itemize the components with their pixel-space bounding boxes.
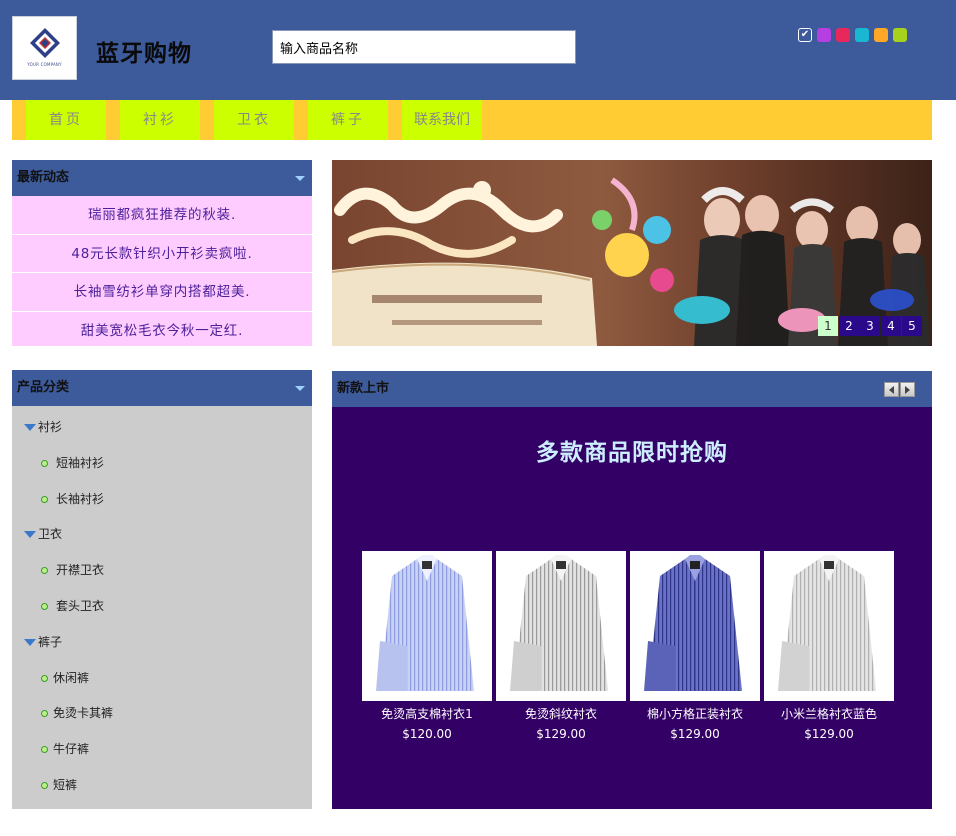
logo-caption: YOUR COMPANY	[27, 62, 62, 67]
category-panel-header[interactable]: 产品分类	[12, 370, 312, 406]
product-price: $129.00	[670, 727, 720, 741]
shirt-image	[510, 555, 608, 691]
new-arrivals-title: 新款上市	[337, 381, 390, 396]
category-group-pants[interactable]: 裤子	[12, 625, 312, 661]
nav-item-shirts[interactable]: 衬衫	[120, 100, 200, 140]
expand-triangle-icon	[24, 638, 36, 646]
product-image[interactable]	[630, 551, 760, 701]
pager-button-2[interactable]: 2	[839, 316, 859, 336]
category-item-label: 免烫卡其裤	[53, 706, 114, 721]
product-image[interactable]	[362, 551, 492, 701]
new-arrivals-header: 新款上市	[332, 371, 932, 407]
category-item-shorts[interactable]: 短裤	[12, 768, 312, 804]
category-tree: 衬衫 短袖衬衫 长袖衬衫 卫衣 开襟卫衣 套头卫衣 裤子 休闲裤 免烫卡其裤 牛…	[12, 406, 312, 809]
category-item-label: 套头卫衣	[56, 598, 105, 613]
news-item[interactable]: 48元长款针织小开衫卖疯啦.	[12, 235, 312, 273]
new-arrivals-body: 多款商品限时抢购 免烫高支棉衬衣1 $120.00 免烫斜纹衬衣 $129.00…	[332, 407, 932, 809]
product-image[interactable]	[764, 551, 894, 701]
nav-item-pants[interactable]: 裤子	[308, 100, 388, 140]
category-item-label: 牛仔裤	[53, 742, 90, 757]
category-item-cardigan-hoodies[interactable]: 开襟卫衣	[12, 553, 312, 589]
product-image[interactable]	[496, 551, 626, 701]
product-name[interactable]: 免烫高支棉衬衣1	[362, 706, 492, 722]
theme-swatch[interactable]	[893, 28, 907, 42]
chevron-down-icon[interactable]	[295, 386, 305, 391]
bullet-dot-icon	[41, 602, 48, 610]
product-price: $129.00	[804, 727, 854, 741]
category-item-khaki-pants[interactable]: 免烫卡其裤	[12, 696, 312, 732]
main-nav: 首页 衬衫 卫衣 裤子 联系我们	[12, 100, 932, 140]
news-item[interactable]: 甜美宽松毛衣今秋一定红.	[12, 312, 312, 351]
arrow-right-icon	[905, 385, 910, 394]
nav-item-contact[interactable]: 联系我们	[402, 100, 482, 140]
bullet-dot-icon	[41, 459, 48, 467]
bullet-dot-icon	[41, 781, 48, 789]
category-item-label: 长袖衬衫	[56, 491, 105, 506]
product-card: 棉小方格正装衬衣 $129.00	[630, 551, 760, 742]
bullet-dot-icon	[41, 746, 48, 754]
nav-item-home[interactable]: 首页	[26, 100, 106, 140]
arrow-left-icon	[889, 385, 894, 394]
banner-pager: 1 2 3 4 5	[817, 316, 922, 336]
category-item-casual-pants[interactable]: 休闲裤	[12, 661, 312, 697]
banner-slideshow[interactable]: 1 2 3 4 5	[332, 160, 932, 346]
site-header: YOUR COMPANY 蓝牙购物 ✔	[0, 0, 956, 100]
bullet-dot-icon	[41, 567, 48, 575]
category-group-label: 衬衫	[38, 420, 63, 434]
shirt-image	[376, 555, 474, 691]
bullet-dot-icon	[41, 710, 48, 718]
bullet-dot-icon	[41, 495, 48, 503]
product-card: 免烫高支棉衬衣1 $120.00	[362, 551, 492, 742]
theme-swatch[interactable]	[836, 28, 850, 42]
category-group-shirts[interactable]: 衬衫	[12, 410, 312, 446]
news-item[interactable]: 瑞丽都疯狂推荐的秋装.	[12, 196, 312, 235]
expand-triangle-icon	[24, 424, 36, 431]
category-group-label: 卫衣	[38, 527, 63, 542]
site-title: 蓝牙购物	[96, 41, 192, 67]
theme-swatch[interactable]: ✔	[798, 28, 812, 42]
product-name[interactable]: 棉小方格正装衬衣	[630, 706, 760, 722]
category-group-label: 裤子	[38, 634, 63, 649]
pager-button-4[interactable]: 4	[881, 316, 901, 336]
theme-swatch[interactable]	[855, 28, 869, 42]
category-item-label: 短袖衬衫	[56, 455, 105, 470]
shirt-image	[778, 555, 876, 691]
category-group-hoodies[interactable]: 卫衣	[12, 517, 312, 553]
category-item-label: 休闲裤	[53, 670, 90, 685]
product-card: 小米兰格衬衣蓝色 $129.00	[764, 551, 894, 742]
checkmark-icon: ✔	[800, 29, 810, 40]
company-logo[interactable]: YOUR COMPANY	[12, 16, 77, 80]
product-price: $129.00	[536, 727, 586, 741]
product-price: $120.00	[402, 727, 452, 741]
pager-button-3[interactable]: 3	[860, 316, 880, 336]
category-item-pullover-hoodies[interactable]: 套头卫衣	[12, 589, 312, 625]
category-item-jeans[interactable]: 牛仔裤	[12, 732, 312, 768]
nav-item-hoodies[interactable]: 卫衣	[214, 100, 294, 140]
news-panel-header[interactable]: 最新动态	[12, 160, 312, 196]
news-list: 瑞丽都疯狂推荐的秋装. 48元长款针织小开衫卖疯啦. 长袖雪纺衫单穿内搭都超美.…	[12, 196, 312, 346]
product-card: 免烫斜纹衬衣 $129.00	[496, 551, 626, 742]
pager-button-1[interactable]: 1	[818, 316, 838, 336]
news-item[interactable]: 长袖雪纺衫单穿内搭都超美.	[12, 273, 312, 312]
category-item-long-sleeve-shirts[interactable]: 长袖衬衫	[12, 482, 312, 518]
expand-triangle-icon	[24, 531, 36, 539]
product-name[interactable]: 小米兰格衬衣蓝色	[764, 706, 894, 722]
bullet-dot-icon	[41, 674, 48, 682]
category-item-label: 短裤	[53, 777, 78, 792]
theme-swatch[interactable]	[817, 28, 831, 42]
logo-diamond-icon	[30, 28, 60, 58]
pager-button-5[interactable]: 5	[902, 316, 922, 336]
promo-title: 多款商品限时抢购	[536, 440, 728, 466]
category-item-label: 开襟卫衣	[56, 563, 105, 578]
prev-arrow-button[interactable]	[884, 382, 899, 397]
category-panel-title: 产品分类	[17, 380, 70, 395]
shirt-image	[644, 555, 742, 691]
next-arrow-button[interactable]	[900, 382, 915, 397]
category-item-short-sleeve-shirts[interactable]: 短袖衬衫	[12, 446, 312, 482]
product-name[interactable]: 免烫斜纹衬衣	[496, 706, 626, 722]
search-input[interactable]	[272, 30, 576, 64]
chevron-down-icon[interactable]	[295, 176, 305, 181]
news-panel-title: 最新动态	[17, 170, 70, 185]
theme-swatch[interactable]	[874, 28, 888, 42]
